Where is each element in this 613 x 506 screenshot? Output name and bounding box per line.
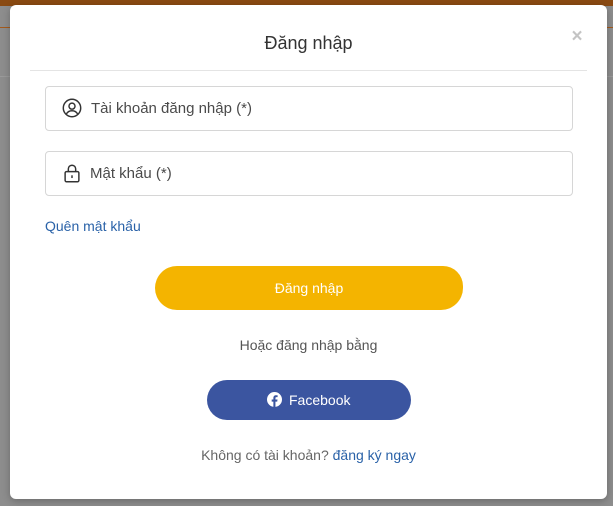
signup-prompt: Không có tài khoản? (201, 447, 329, 463)
username-placeholder: Tài khoản đăng nhập (*) (91, 100, 252, 117)
signup-row: Không có tài khoản? đăng ký ngay (10, 447, 607, 463)
user-circle-icon (62, 98, 82, 118)
password-placeholder: Mật khẩu (*) (90, 165, 172, 182)
facebook-login-button[interactable]: Facebook (207, 380, 411, 420)
password-field[interactable]: Mật khẩu (*) (45, 151, 573, 196)
background-divider (0, 76, 10, 77)
close-icon[interactable]: × (567, 27, 587, 47)
lock-icon (64, 164, 80, 183)
facebook-button-label: Facebook (289, 392, 351, 408)
modal-header: Đăng nhập × (30, 5, 587, 71)
facebook-icon (267, 392, 282, 407)
or-login-with-text: Hoặc đăng nhập bằng (239, 337, 378, 353)
modal-title: Đăng nhập (264, 33, 353, 53)
login-button[interactable]: Đăng nhập (155, 266, 463, 310)
forgot-password-link[interactable]: Quên mật khẩu (45, 218, 141, 234)
username-field[interactable]: Tài khoản đăng nhập (*) (45, 86, 573, 131)
login-modal: Đăng nhập × Tài khoản đăng nhập (*) Mật … (10, 5, 607, 499)
background-divider (0, 27, 10, 28)
signup-link[interactable]: đăng ký ngay (333, 447, 416, 463)
